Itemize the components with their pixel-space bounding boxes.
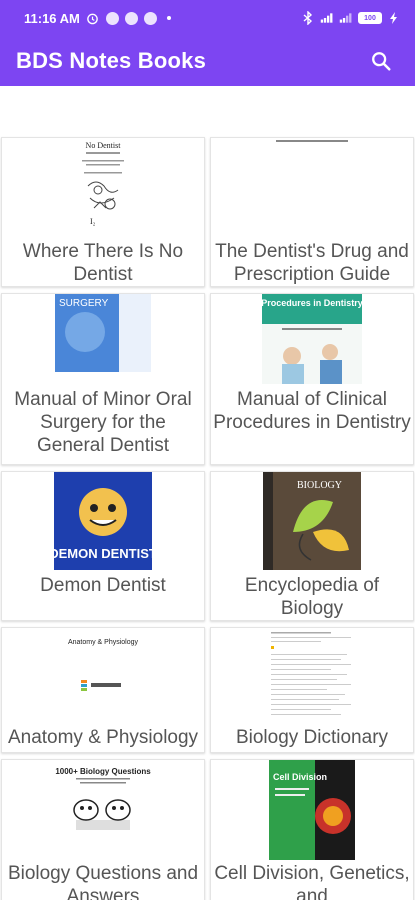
cover-title: No Dentist (86, 141, 122, 150)
cover-title: 1000+ Biology Questions (55, 767, 151, 776)
book-title: Manual of Clinical Procedures in Dentist… (213, 389, 411, 433)
battery-icon: 100 (358, 12, 382, 24)
book-title: Anatomy & Physiology (7, 727, 199, 748)
book-title: Demon Dentist (40, 575, 166, 596)
book-cover: BIOLOGY (211, 472, 413, 572)
book-card[interactable]: DEMON DENTIST Demon Dentist (1, 471, 205, 621)
cover-title: Anatomy & Physiology (68, 639, 139, 646)
cover-title: DEMON DENTIST (54, 546, 152, 561)
status-bar: 11:16 AM 100 (0, 0, 415, 36)
whatsapp-icon (143, 11, 157, 25)
whatsapp-icon (124, 11, 138, 25)
book-card[interactable]: The Dentist's Drug and Prescription Guid… (210, 137, 414, 287)
book-cover (211, 138, 413, 230)
whatsapp-icon (105, 11, 119, 25)
book-cover: Procedures in Dentistry (211, 294, 413, 388)
book-card[interactable]: BIOLOGY Encyclopedia of Biology (210, 471, 414, 621)
cover-title: Cell Division (273, 772, 327, 782)
book-title: Where There Is No Dentist (22, 241, 184, 285)
book-title: Cell Division, Genetics, and (214, 863, 410, 900)
book-card[interactable]: No Dentist I₂ Where There Is No Dentist (1, 137, 205, 287)
signal-icon (320, 11, 334, 25)
alarm-icon (86, 11, 100, 25)
book-cover: No Dentist I₂ (2, 138, 204, 230)
book-card[interactable]: 1000+ Biology Questions Biology Question… (1, 759, 205, 900)
book-card[interactable]: Procedures in Dentistry Manual of Clinic… (210, 293, 414, 465)
book-card[interactable]: Cell Division Cell Division, Genetics, a… (210, 759, 414, 900)
book-cover (211, 628, 413, 726)
book-cover: 1000+ Biology Questions (2, 760, 204, 862)
book-title: Biology Dictionary (235, 727, 389, 748)
book-title: The Dentist's Drug and Prescription Guid… (215, 241, 409, 285)
app-title: BDS Notes Books (16, 48, 207, 73)
sim-signal-icon (339, 11, 353, 25)
cover-title: BIOLOGY (297, 480, 342, 491)
app-bar: BDS Notes Books (0, 36, 415, 86)
bluetooth-icon (301, 11, 315, 25)
book-cover: DEMON DENTIST (2, 472, 204, 572)
book-card[interactable]: Anatomy & Physiology Anatomy & Physiolog… (1, 627, 205, 753)
book-title: Encyclopedia of Biology (244, 575, 380, 619)
book-grid: No Dentist I₂ Where There Is No Dentist … (0, 137, 415, 900)
book-card[interactable]: Biology Dictionary (210, 627, 414, 753)
book-cover: Cell Division (211, 760, 413, 862)
cover-title: Procedures in Dentistry (262, 298, 362, 308)
svg-text:I₂: I₂ (90, 217, 96, 226)
book-title: Manual of Minor Oral Surgery for the Gen… (14, 389, 192, 456)
charging-icon (387, 11, 401, 25)
book-title: Biology Questions and Answers (7, 863, 199, 900)
search-icon[interactable] (363, 43, 399, 79)
status-time: 11:16 AM (24, 10, 80, 26)
book-cover: SURGERY (2, 294, 204, 388)
book-card[interactable]: SURGERY Manual of Minor Oral Surgery for… (1, 293, 205, 465)
book-cover: Anatomy & Physiology (2, 628, 204, 726)
more-notifications-icon (166, 16, 171, 20)
cover-title: SURGERY (59, 298, 109, 309)
